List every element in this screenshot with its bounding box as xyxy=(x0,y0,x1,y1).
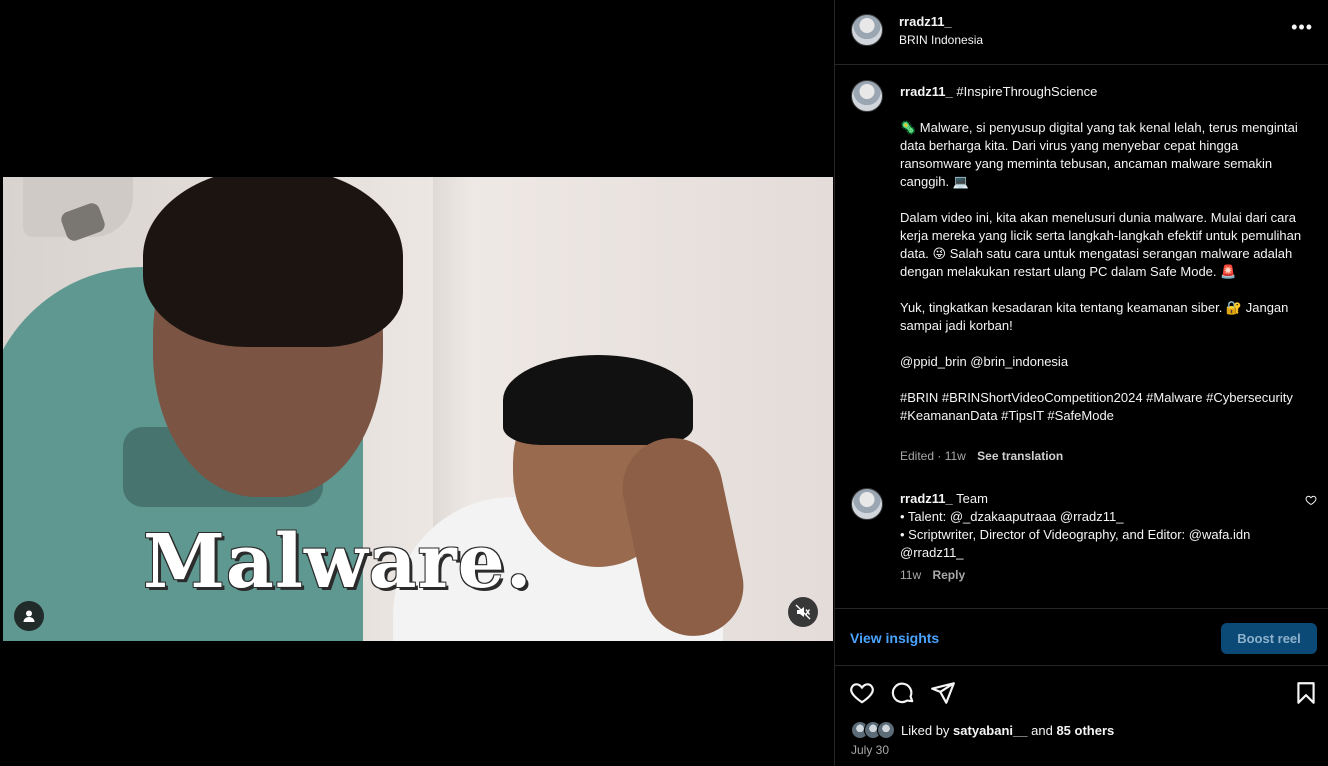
liker-avatars xyxy=(851,721,895,739)
comment-time: 11w xyxy=(900,568,922,582)
post-location[interactable]: BRIN Indonesia xyxy=(899,33,983,47)
avatar[interactable] xyxy=(851,14,883,46)
comment-text: rradz11_ Team • Talent: @_dzakaaputraaa … xyxy=(900,490,1300,562)
action-icons xyxy=(835,678,1328,708)
post-date: July 30 xyxy=(851,743,890,757)
liked-by-user[interactable]: satyabani__ xyxy=(953,723,1027,738)
mute-button[interactable] xyxy=(788,597,818,627)
liked-by-others[interactable]: 85 others xyxy=(1056,723,1114,738)
comment-line: • Talent: @_dzakaaputraaa @rradz11_ xyxy=(900,509,1124,524)
liked-by: Liked by satyabani__ and 85 others xyxy=(851,721,1114,739)
more-options-icon[interactable]: ••• xyxy=(1291,18,1313,36)
share-paper-plane-icon[interactable] xyxy=(930,680,956,706)
liked-by-prefix: Liked by xyxy=(901,722,950,738)
edited-time: Edited · 11w xyxy=(900,449,966,463)
caption-hashtag-title[interactable]: #InspireThroughScience xyxy=(956,84,1097,99)
comment-line: • Scriptwriter, Director of Videography,… xyxy=(900,527,1251,560)
insights-bar: View insights Boost reel xyxy=(835,608,1328,666)
reply-button[interactable]: Reply xyxy=(932,568,965,582)
comment-avatar[interactable] xyxy=(851,488,883,520)
comments-scroll-area[interactable]: rradz11_ #InspireThroughScience 🦠 Malwar… xyxy=(835,66,1328,608)
video-overlay-text: Malware. xyxy=(143,519,533,605)
bookmark-icon[interactable] xyxy=(1293,680,1319,706)
post-panel: rradz11_ BRIN Indonesia ••• rradz11_ #In… xyxy=(834,0,1328,766)
caption-meta: Edited · 11w See translation xyxy=(900,449,1063,463)
post-header: rradz11_ BRIN Indonesia ••• xyxy=(835,0,1328,65)
person-right-hair xyxy=(503,355,693,445)
see-translation-link[interactable]: See translation xyxy=(977,449,1063,463)
video-player[interactable]: Malware. xyxy=(3,177,833,641)
like-heart-icon[interactable] xyxy=(849,680,875,706)
post-username[interactable]: rradz11_ xyxy=(899,14,952,29)
view-insights-link[interactable]: View insights xyxy=(850,630,939,646)
caption-paragraph: 🦠 Malware, si penyusup digital yang tak … xyxy=(900,120,1298,189)
caption: rradz11_ #InspireThroughScience 🦠 Malwar… xyxy=(900,83,1310,443)
user-icon xyxy=(23,610,35,622)
tagged-users-button[interactable] xyxy=(14,601,44,631)
caption-username[interactable]: rradz11_ xyxy=(900,84,953,99)
caption-paragraph: Dalam video ini, kita akan menelusuri du… xyxy=(900,210,1302,279)
caption-mentions[interactable]: @ppid_brin @brin_indonesia xyxy=(900,353,1310,371)
liked-by-and: and xyxy=(1031,722,1053,738)
caption-paragraph: Yuk, tingkatkan kesadaran kita tentang k… xyxy=(900,300,1289,333)
comment-username[interactable]: rradz11_ xyxy=(900,491,953,506)
comment-meta: 11w Reply xyxy=(900,568,965,582)
comment-bubble-icon[interactable] xyxy=(890,680,916,706)
person-left-hair xyxy=(143,177,403,347)
liker-avatar xyxy=(877,721,895,739)
muted-speaker-icon xyxy=(795,604,811,620)
boost-reel-button[interactable]: Boost reel xyxy=(1221,623,1317,654)
caption-avatar[interactable] xyxy=(851,80,883,112)
comment-like-icon[interactable] xyxy=(1305,494,1317,506)
caption-hashtags[interactable]: #BRIN #BRINShortVideoCompetition2024 #Ma… xyxy=(900,389,1310,425)
media-area: Malware. xyxy=(0,0,834,766)
comment-line: Team xyxy=(956,491,988,506)
